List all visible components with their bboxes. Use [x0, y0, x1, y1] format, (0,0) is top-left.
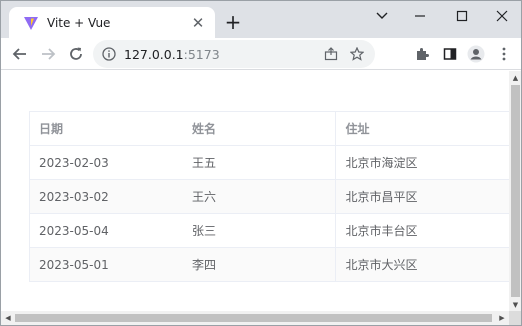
tab-close-icon[interactable]: ✕	[189, 14, 207, 32]
vertical-scrollbar[interactable]: ▲ ▼	[509, 71, 521, 311]
browser-toolbar: 127.0.0.1:5173	[1, 38, 521, 70]
address-bar[interactable]: 127.0.0.1:5173	[93, 40, 375, 68]
cell-date: 2023-02-03	[29, 145, 182, 180]
profile-avatar-icon[interactable]	[463, 41, 489, 67]
url-port: :5173	[183, 46, 220, 62]
vite-logo-icon	[23, 15, 39, 31]
cell-date: 2023-03-02	[29, 179, 182, 214]
column-header-date[interactable]: 日期	[29, 111, 182, 146]
cell-address: 北京市昌平区	[335, 179, 509, 214]
browser-window: Vite + Vue ✕ + 127.0.0.1:5173 日期 姓名 住址 2…	[0, 0, 522, 326]
reload-icon[interactable]	[63, 41, 89, 67]
close-icon[interactable]	[481, 1, 521, 31]
cell-name: 王六	[182, 179, 336, 214]
table-row[interactable]: 2023-05-01 李四 北京市大兴区	[29, 247, 509, 282]
data-table: 日期 姓名 住址 2023-02-03 王五 北京市海淀区 2023-03-02…	[29, 111, 509, 282]
cell-address: 北京市海淀区	[335, 145, 509, 180]
cell-name: 张三	[182, 213, 336, 248]
back-arrow-icon[interactable]	[7, 41, 33, 67]
side-panel-icon[interactable]	[437, 41, 463, 67]
column-header-address[interactable]: 住址	[335, 111, 509, 146]
maximize-icon[interactable]	[441, 1, 483, 31]
extensions-puzzle-icon[interactable]	[409, 41, 435, 67]
tab-title: Vite + Vue	[47, 15, 111, 30]
cell-name: 李四	[182, 247, 336, 282]
column-header-name[interactable]: 姓名	[182, 111, 336, 146]
cell-date: 2023-05-04	[29, 213, 182, 248]
scrollbar-corner	[509, 311, 521, 325]
table-row[interactable]: 2023-05-04 张三 北京市丰台区	[29, 213, 509, 248]
cell-address: 北京市丰台区	[335, 213, 509, 248]
table-header-row: 日期 姓名 住址	[29, 111, 509, 146]
table-row[interactable]: 2023-03-02 王六 北京市昌平区	[29, 179, 509, 214]
forward-arrow-icon[interactable]	[35, 41, 61, 67]
scroll-down-arrow-icon[interactable]: ▼	[509, 298, 521, 311]
new-tab-button[interactable]: +	[223, 10, 243, 34]
url-text: 127.0.0.1:5173	[124, 47, 220, 62]
scroll-up-arrow-icon[interactable]: ▲	[509, 71, 521, 84]
cell-date: 2023-05-01	[29, 247, 182, 282]
browser-tab[interactable]: Vite + Vue ✕	[9, 7, 215, 38]
page-content: 日期 姓名 住址 2023-02-03 王五 北京市海淀区 2023-03-02…	[1, 71, 509, 311]
vertical-scroll-thumb[interactable]	[511, 85, 520, 297]
horizontal-scroll-thumb[interactable]	[15, 314, 492, 322]
cell-address: 北京市大兴区	[335, 247, 509, 282]
cell-name: 王五	[182, 145, 336, 180]
url-host: 127.0.0.1	[124, 46, 184, 62]
minimize-icon[interactable]	[399, 1, 441, 31]
bookmark-star-icon[interactable]	[345, 41, 369, 67]
table-row[interactable]: 2023-02-03 王五 北京市海淀区	[29, 145, 509, 180]
scroll-right-arrow-icon[interactable]: ▶	[495, 311, 509, 325]
info-icon[interactable]	[102, 47, 116, 61]
scroll-left-arrow-icon[interactable]: ◀	[1, 311, 15, 325]
horizontal-scrollbar[interactable]: ◀ ▶	[1, 311, 509, 325]
tab-strip: Vite + Vue ✕ +	[1, 1, 521, 38]
chevron-down-icon[interactable]	[361, 1, 403, 31]
share-icon[interactable]	[319, 41, 343, 67]
more-menu-icon[interactable]	[491, 41, 517, 67]
